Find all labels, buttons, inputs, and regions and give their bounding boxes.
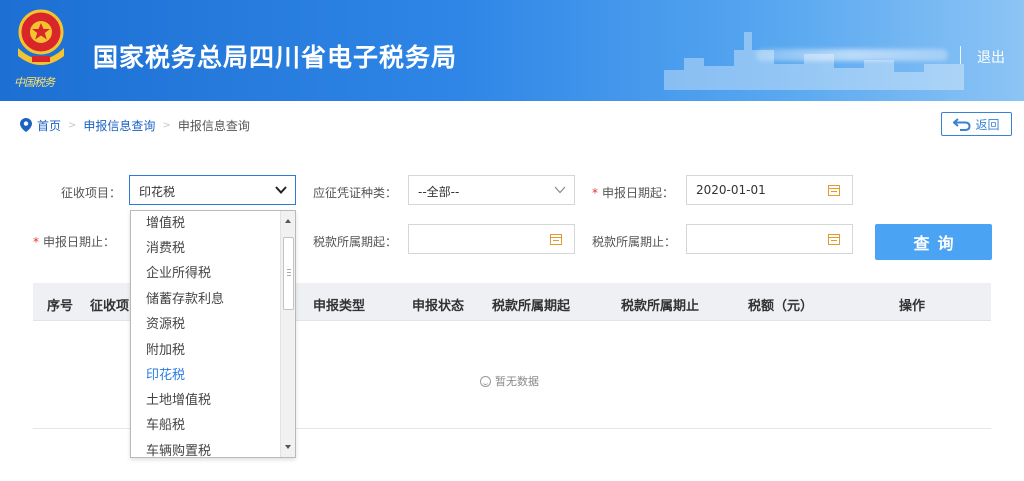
chevron-down-icon	[554, 186, 566, 194]
period-start-input[interactable]	[408, 224, 575, 254]
declare-date-start-label: * 申报日期起：	[592, 184, 674, 201]
tax-item-label: 征收项目：	[61, 186, 122, 200]
required-asterisk: *	[33, 235, 39, 249]
site-header: 中国税务 国家税务总局四川省电子税务局 退出	[0, 0, 1024, 101]
return-arrow-icon	[953, 117, 971, 131]
dropdown-option[interactable]: 企业所得税	[146, 262, 211, 281]
declare-date-start-label-text: 申报日期起：	[602, 186, 675, 200]
query-button[interactable]: 查询	[875, 224, 992, 260]
breadcrumb-current: 申报信息查询	[177, 118, 250, 133]
dropdown-option[interactable]: 车船税	[146, 414, 185, 433]
breadcrumb-home[interactable]: 首页	[37, 117, 61, 134]
grip-icon	[287, 269, 291, 276]
dropdown-option[interactable]: 储蓄存款利息	[146, 288, 224, 307]
calendar-icon	[828, 185, 840, 196]
voucher-type-label: 应征凭证种类：	[313, 186, 398, 200]
emblem-caption: 中国税务	[14, 76, 55, 89]
period-end-label: 税款所属期止：	[592, 235, 677, 249]
column-header-period-end: 税款所属期止	[621, 299, 700, 314]
dropdown-scrollbar[interactable]	[280, 211, 295, 457]
breadcrumb-separator-icon: >	[162, 119, 171, 131]
empty-state-text: 暂无数据	[495, 375, 539, 388]
column-header-declare-status: 申报状态	[412, 299, 465, 314]
tax-item-dropdown-list[interactable]: 增值税 消费税 企业所得税 储蓄存款利息 资源税 附加税 印花税 土地增值税 车…	[130, 210, 296, 458]
dropdown-option[interactable]: 增值税	[146, 212, 185, 231]
empty-face-icon	[480, 375, 491, 387]
required-asterisk: *	[592, 186, 598, 200]
breadcrumb-separator-icon: >	[68, 119, 77, 131]
dropdown-option[interactable]: 土地增值税	[146, 389, 211, 408]
breadcrumb: 首页 > 申报信息查询 > 申报信息查询	[20, 117, 250, 133]
logout-link[interactable]: 退出	[977, 47, 1005, 67]
tax-item-select[interactable]: 印花税	[129, 175, 296, 205]
tax-emblem-icon	[18, 9, 64, 65]
dropdown-option[interactable]: 车辆购置税	[146, 440, 211, 457]
scroll-up-arrow-icon[interactable]	[285, 219, 291, 223]
column-header-index: 序号	[47, 299, 74, 314]
scroll-down-arrow-icon[interactable]	[285, 445, 291, 449]
dropdown-option-selected[interactable]: 印花税	[146, 364, 185, 383]
user-info-blurred	[756, 49, 948, 61]
back-button[interactable]: 返回	[941, 112, 1012, 136]
declare-date-start-value: 2020-01-01	[696, 183, 766, 197]
declare-date-start-input[interactable]: 2020-01-01	[686, 175, 853, 205]
dropdown-option[interactable]: 资源税	[146, 313, 185, 332]
dropdown-option[interactable]: 附加税	[146, 339, 185, 358]
empty-state: 暂无数据	[480, 373, 539, 389]
location-pin-icon	[20, 118, 32, 132]
site-title: 国家税务总局四川省电子税务局	[93, 43, 458, 72]
calendar-icon	[828, 234, 840, 245]
column-header-actions: 操作	[899, 299, 926, 314]
column-header-tax-item: 征收项	[90, 299, 130, 314]
back-button-label: 返回	[975, 117, 1000, 132]
column-header-declare-type: 申报类型	[313, 299, 366, 314]
column-header-period-start: 税款所属期起	[492, 299, 571, 314]
voucher-type-value: --全部--	[418, 185, 460, 199]
scrollbar-thumb[interactable]	[283, 237, 294, 310]
tax-item-value: 印花税	[139, 185, 176, 199]
breadcrumb-declare-query[interactable]: 申报信息查询	[83, 117, 155, 134]
header-divider	[960, 46, 961, 64]
column-header-tax-amount: 税额（元）	[748, 299, 814, 314]
dropdown-option[interactable]: 消费税	[146, 237, 185, 256]
declare-date-end-label: * 申报日期止：	[33, 233, 115, 250]
period-end-input[interactable]	[686, 224, 853, 254]
chevron-down-icon	[275, 186, 287, 194]
declare-date-end-label-text: 申报日期止：	[43, 235, 116, 249]
calendar-icon	[550, 234, 562, 245]
voucher-type-select[interactable]: --全部--	[408, 175, 575, 205]
period-start-label: 税款所属期起：	[313, 235, 398, 249]
